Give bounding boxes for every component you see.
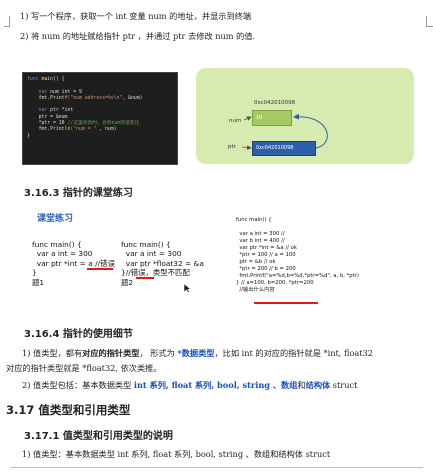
code-string: ("num address=%v\n" <box>67 95 123 101</box>
code-line: var a int = 300 <box>32 249 93 259</box>
text-highlight: int 系列, float 系列, bool, string 、数组 <box>133 380 298 390</box>
exercise-code-1: func main() { var a int = 300 var ptr *i… <box>32 240 115 287</box>
code-func-name: Printf <box>50 95 68 101</box>
text-run: 2) 值类型包括：基本数据类型 <box>22 380 134 390</box>
code-text: } <box>27 133 30 139</box>
text-run: ， 形式为 <box>139 348 178 358</box>
error-underline-2 <box>136 277 154 279</box>
code-line: *ptr = 200 // b = 200 <box>236 266 296 272</box>
code-keyword: var <box>38 89 51 95</box>
code-text: fmt. <box>38 127 51 133</box>
section-title-3-17: 3.17 值类型和引用类型 <box>6 403 131 417</box>
text-highlight: *数据类型 <box>177 348 215 358</box>
code-string: ("num = " <box>70 127 97 133</box>
code-text: ptr *int <box>50 108 74 114</box>
output-text: a=100, b=200, *ptr=200 <box>246 280 314 286</box>
code-line: var ptr *int = a // <box>32 258 101 268</box>
code-line: }// <box>121 268 131 278</box>
section-title-3-16-3: 3.16.3 指针的课堂练习 <box>24 188 133 199</box>
code-keyword: var <box>38 108 51 114</box>
code-func-name: Println <box>50 127 71 133</box>
code-func-name: main <box>41 77 54 82</box>
code-line: fmt.Printf("a=%d,b=%d,*ptr=%d", a, b, *p… <box>236 273 359 279</box>
text-run: struct <box>330 380 358 390</box>
code-line: var a int = 300 <box>121 249 182 259</box>
section-title-3-17-1: 3.17.1 值类型和引用类型的说明 <box>24 431 173 442</box>
output-underline <box>254 302 318 304</box>
code-line: func main() { <box>32 240 82 249</box>
pointer-arrow <box>293 113 328 149</box>
text-bold: 对应的指针类型 <box>82 348 140 358</box>
num-label-arrow <box>243 116 252 121</box>
text-highlight: 结构体 <box>305 380 331 390</box>
code-line: func main() { <box>236 217 272 223</box>
code-line: func main() { <box>121 240 171 249</box>
detail-paragraph-2: 2) 值类型包括：基本数据类型 int 系列, float 系列, bool, … <box>22 380 357 391</box>
ptr-label-arrow <box>241 145 252 150</box>
code-text: num int = 9 <box>50 89 82 95</box>
code-screenshot: func main() { var num int = 9 fmt.Printf… <box>22 72 178 165</box>
code-line: var ptr *float32 = &a <box>121 258 204 268</box>
detail-paragraph-1-line-2: 对应的指针类型就是 *float32, 依次类推。 <box>6 363 162 373</box>
exercise-heading: 课堂练习 <box>37 214 74 224</box>
value-type-paragraph: 1) 值类型：基本数据类型 int 系列, float 系列, bool, st… <box>22 449 331 459</box>
code-keyword: func <box>27 77 42 82</box>
section-title-3-16-4: 3.16.4 指针的使用细节 <box>24 329 133 340</box>
text-run: 和 <box>297 380 306 390</box>
cursor-icon <box>183 283 192 293</box>
text-run: 1) 值类型，都有 <box>22 348 83 358</box>
code-text: , &num) <box>122 95 143 101</box>
exercise-caption-1: 题1 <box>32 277 45 287</box>
exercise-code-2: func main() { var a int = 300 var ptr *f… <box>121 240 204 287</box>
corner-mark-left <box>4 16 10 27</box>
code-line: var a int = 300 // <box>236 231 285 237</box>
detail-paragraph-1: 1) 值类型，都有对应的指针类型， 形式为 *数据类型，比如 int 的对应的指… <box>22 348 373 359</box>
code-text: *ptr = 10 <box>38 121 68 127</box>
text-run: ，比如 int 的对应的指针就是 *int, float32 <box>214 348 373 358</box>
code-line: var ptr *int = &a // ok <box>236 245 297 251</box>
code-line: ptr = &b // ok <box>236 259 276 265</box>
code-line: var b int = 400 // <box>236 238 285 244</box>
code-text: fmt. <box>38 95 51 101</box>
code-line: } // <box>236 280 247 286</box>
code-line: *ptr = 100 // a = 100 <box>236 252 296 258</box>
code-comment: //这里修改时，会到num的值变化 <box>67 121 140 127</box>
intro-line-2: 2) 将 num 的地址赋给指针 ptr ，并通过 ptr 去修改 num 的值… <box>20 31 256 41</box>
code-text: ptr = &num <box>38 114 68 120</box>
intro-line-1: 1) 写一个程序，获取一个 int 变量 num 的地址，并显示到终端 <box>20 11 252 21</box>
error-mark: 错误 <box>130 268 146 278</box>
code-text: , num) <box>96 127 117 133</box>
corner-mark-right <box>426 16 433 27</box>
code-line: //输出什么内容 <box>236 287 275 293</box>
error-underline-1 <box>87 268 113 270</box>
code-text: () { <box>53 77 65 82</box>
memory-diagram-arrows <box>241 113 328 150</box>
code-line: } <box>32 268 37 278</box>
error-mark: 错误 <box>100 258 115 268</box>
exercise-code-3: func main() { var a int = 300 // var b i… <box>236 217 359 294</box>
code-line: ，类型不匹配 <box>145 268 190 278</box>
exercise-caption-2: 题2 <box>121 277 134 287</box>
bottom-divider <box>10 467 423 468</box>
